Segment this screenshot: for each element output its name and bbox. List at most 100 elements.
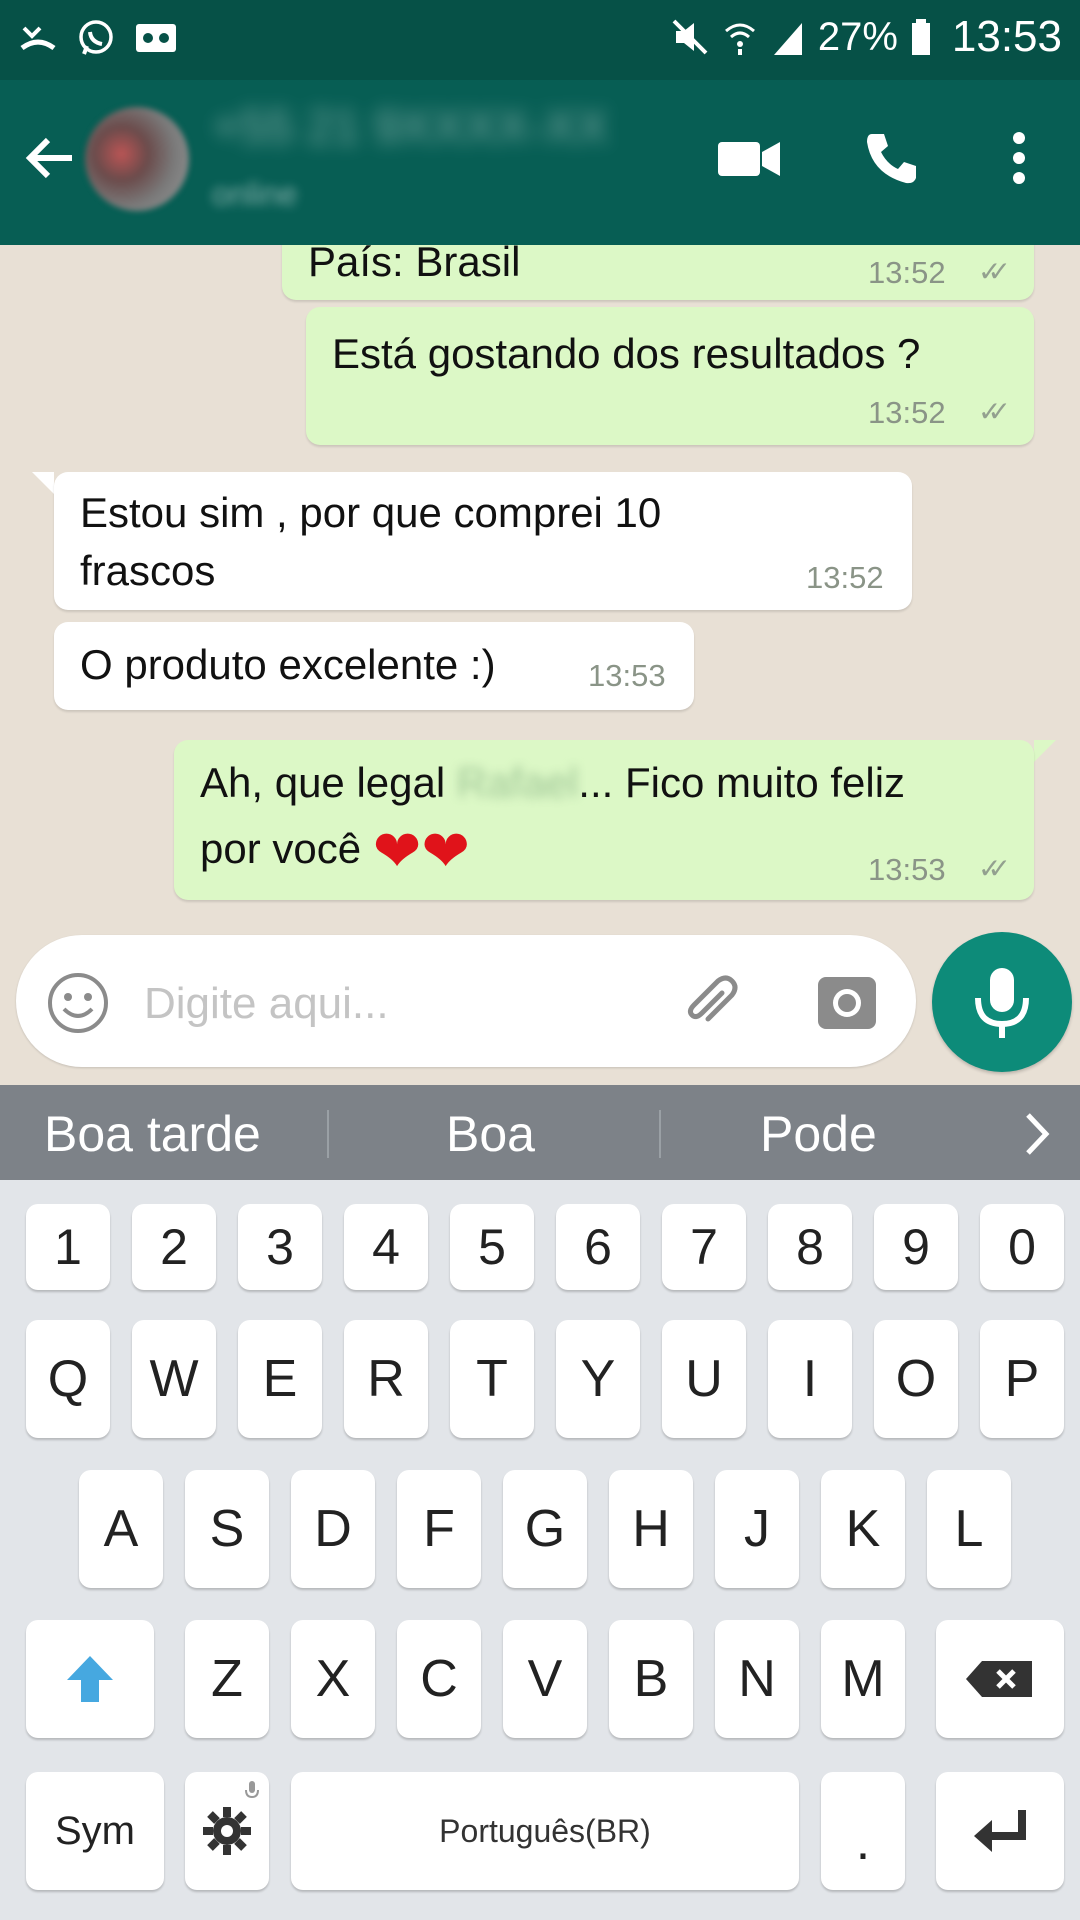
mic-small-icon [245, 1781, 259, 1799]
backspace-icon [966, 1661, 1032, 1697]
battery-icon [911, 19, 930, 55]
video-call-icon [718, 142, 780, 176]
message-text: Está gostando dos resultados ? [332, 330, 921, 377]
key-k[interactable]: K [821, 1470, 905, 1588]
sym-key[interactable]: Sym [26, 1772, 164, 1890]
space-key[interactable]: Português(BR) [291, 1772, 799, 1890]
message-time: 13:53 [588, 658, 666, 693]
avatar[interactable] [85, 107, 189, 211]
message-incoming[interactable]: O produto excelente :) 13:53 [54, 622, 694, 710]
message-time: 13:52 [868, 395, 946, 430]
key-t[interactable]: T [450, 1320, 534, 1438]
emoji-button[interactable] [46, 971, 110, 1040]
divider [327, 1110, 329, 1158]
signal-icon [773, 23, 802, 55]
read-ticks-icon: ✓✓ [978, 853, 1011, 884]
phone-icon [867, 134, 916, 184]
chat-header: +55 21 9XXXX-XX online [0, 80, 1080, 245]
chevron-right-icon[interactable] [1020, 1109, 1054, 1159]
key-v[interactable]: V [503, 1620, 587, 1738]
wifi-icon [724, 23, 755, 55]
suggestion-item[interactable]: Boa [446, 1105, 535, 1163]
period-key[interactable]: . [821, 1772, 905, 1890]
keyboard: 1 2 3 4 5 6 7 8 9 0 Q W E R T Y U I O P … [0, 1180, 1080, 1920]
message-outgoing[interactable]: País: Brasil 13:52 ✓✓ [282, 245, 1034, 300]
message-text: O produto excelente :) [80, 641, 496, 688]
key-c[interactable]: C [397, 1620, 481, 1738]
attach-button[interactable] [678, 971, 742, 1040]
whatsapp-icon [79, 20, 113, 55]
settings-key[interactable] [185, 1772, 269, 1890]
status-bar: 27% 13:53 [0, 0, 1080, 80]
key-h[interactable]: H [609, 1470, 693, 1588]
key-5[interactable]: 5 [450, 1204, 534, 1290]
key-u[interactable]: U [662, 1320, 746, 1438]
camera-icon [818, 977, 876, 1029]
emoji-icon [48, 973, 108, 1033]
more-options-button[interactable] [1004, 128, 1034, 193]
heart-emoji: ❤❤ [372, 818, 470, 884]
key-d[interactable]: D [291, 1470, 375, 1588]
shift-arrow-icon [67, 1656, 113, 1702]
message-text: Ah, que legal Rafael... Fico muito feliz… [200, 759, 906, 884]
key-z[interactable]: Z [185, 1620, 269, 1738]
key-3[interactable]: 3 [238, 1204, 322, 1290]
battery-percent: 27% [817, 14, 898, 59]
read-ticks-icon: ✓✓ [978, 256, 1011, 287]
missed-call-icon [20, 26, 56, 51]
back-arrow-icon [25, 137, 72, 179]
message-input-bar[interactable]: Digite aqui... [16, 935, 916, 1067]
key-b[interactable]: B [609, 1620, 693, 1738]
shift-key[interactable] [26, 1620, 154, 1738]
contact-name[interactable]: +55 21 9XXXX-XX [212, 100, 682, 160]
key-9[interactable]: 9 [874, 1204, 958, 1290]
key-g[interactable]: G [503, 1470, 587, 1588]
key-0[interactable]: 0 [980, 1204, 1064, 1290]
message-outgoing[interactable]: Ah, que legal Rafael... Fico muito feliz… [174, 740, 1034, 900]
key-q[interactable]: Q [26, 1320, 110, 1438]
key-2[interactable]: 2 [132, 1204, 216, 1290]
suggestion-item[interactable]: Boa tarde [44, 1105, 261, 1163]
mic-icon [975, 968, 1029, 1038]
key-r[interactable]: R [344, 1320, 428, 1438]
key-m[interactable]: M [821, 1620, 905, 1738]
key-1[interactable]: 1 [26, 1204, 110, 1290]
clock: 13:53 [951, 12, 1062, 61]
enter-key[interactable] [936, 1772, 1064, 1890]
message-outgoing[interactable]: Está gostando dos resultados ? 13:52 ✓✓ [306, 307, 1034, 445]
key-e[interactable]: E [238, 1320, 322, 1438]
gear-icon [203, 1807, 251, 1855]
mic-button[interactable] [932, 932, 1072, 1072]
backspace-key[interactable] [936, 1620, 1064, 1738]
camera-button[interactable] [814, 969, 880, 1040]
key-f[interactable]: F [397, 1470, 481, 1588]
key-7[interactable]: 7 [662, 1204, 746, 1290]
key-p[interactable]: P [980, 1320, 1064, 1438]
key-s[interactable]: S [185, 1470, 269, 1588]
key-8[interactable]: 8 [768, 1204, 852, 1290]
video-call-button[interactable] [716, 128, 782, 193]
divider [659, 1110, 661, 1158]
key-6[interactable]: 6 [556, 1204, 640, 1290]
attach-icon [687, 975, 738, 1022]
suggestion-item[interactable]: Pode [760, 1105, 877, 1163]
contact-status: online [212, 176, 298, 212]
message-incoming[interactable]: Estou sim , por que comprei 10 frascos 13… [54, 472, 912, 610]
key-w[interactable]: W [132, 1320, 216, 1438]
message-input[interactable]: Digite aqui... [144, 979, 389, 1029]
back-button[interactable] [22, 130, 78, 191]
voice-call-button[interactable] [862, 128, 922, 193]
key-l[interactable]: L [927, 1470, 1011, 1588]
key-4[interactable]: 4 [344, 1204, 428, 1290]
key-y[interactable]: Y [556, 1320, 640, 1438]
key-j[interactable]: J [715, 1470, 799, 1588]
key-x[interactable]: X [291, 1620, 375, 1738]
message-text: Estou sim , por que comprei 10 frascos [80, 489, 662, 594]
key-n[interactable]: N [715, 1620, 799, 1738]
read-ticks-icon: ✓✓ [978, 396, 1011, 427]
message-text: País: Brasil [308, 245, 521, 285]
key-i[interactable]: I [768, 1320, 852, 1438]
mute-icon [672, 19, 708, 55]
key-a[interactable]: A [79, 1470, 163, 1588]
key-o[interactable]: O [874, 1320, 958, 1438]
